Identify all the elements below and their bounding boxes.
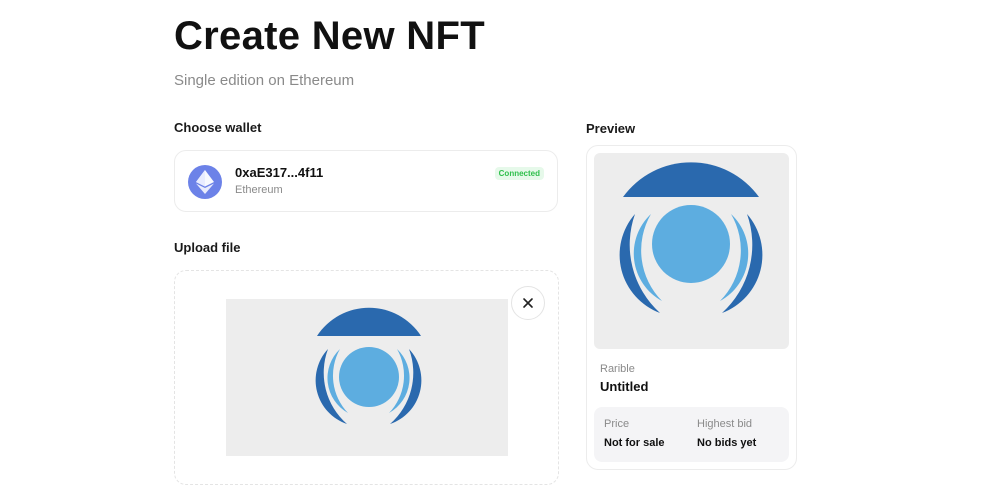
connected-badge: Connected: [494, 167, 544, 180]
page-subtitle: Single edition on Ethereum: [174, 72, 355, 89]
wallet-address: 0xaE317...4f11: [235, 165, 324, 180]
page-title: Create New NFT: [174, 14, 485, 58]
uploaded-image: [226, 299, 508, 456]
close-icon: [523, 298, 533, 308]
upload-file-label: Upload file: [174, 240, 241, 255]
wallet-card[interactable]: 0xaE317...4f11 Ethereum Connected: [174, 150, 558, 212]
remove-file-button[interactable]: [511, 286, 545, 320]
choose-wallet-label: Choose wallet: [174, 120, 262, 135]
upload-dropzone[interactable]: [174, 270, 559, 485]
ethereum-icon: [188, 165, 222, 199]
nft-name: Untitled: [600, 379, 649, 394]
artwork-logo: [315, 307, 422, 424]
price-value: Not for sale: [604, 437, 665, 449]
collection-name: Rarible: [600, 363, 635, 375]
price-info-panel: Price Not for sale Highest bid No bids y…: [594, 407, 789, 462]
preview-image: [594, 153, 789, 349]
preview-label: Preview: [586, 121, 636, 136]
highest-bid-label: Highest bid: [697, 418, 753, 430]
wallet-network: Ethereum: [235, 184, 283, 196]
highest-bid-value: No bids yet: [697, 437, 757, 449]
artwork-logo: [619, 162, 763, 313]
price-label: Price: [604, 418, 630, 430]
nft-preview-card: Rarible Untitled Price Not for sale High…: [586, 145, 797, 470]
